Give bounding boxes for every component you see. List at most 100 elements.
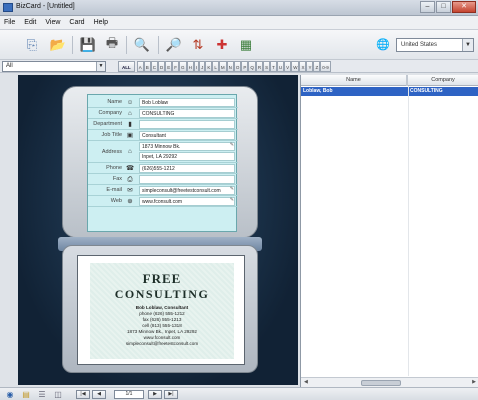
scan-line1: FREE bbox=[142, 271, 182, 286]
alpha-letter-button[interactable]: M bbox=[218, 61, 227, 72]
find-card-icon[interactable]: 🔎 bbox=[164, 36, 184, 54]
address-line2-field[interactable]: Inpet, LA 29292 bbox=[139, 152, 235, 161]
magnifier-icon[interactable]: 🔍 bbox=[132, 36, 152, 54]
card-counter: 1/1 bbox=[114, 390, 144, 399]
close-icon[interactable]: ✕ bbox=[452, 1, 476, 13]
print-icon[interactable]: 🖶 bbox=[102, 35, 122, 54]
edit-pencil-icon[interactable]: ✎ bbox=[230, 197, 234, 203]
field-label: Address bbox=[101, 149, 122, 155]
menu-edit[interactable]: Edit bbox=[24, 19, 36, 26]
address-line1-field[interactable]: 1873 Minnow Bk. bbox=[139, 142, 235, 151]
field-row-email: E-mail ✉ simpleconsult@freetestconsult.c… bbox=[88, 185, 238, 196]
row-company: CONSULTING bbox=[410, 88, 443, 94]
alpha-letter-button[interactable]: W bbox=[291, 61, 300, 72]
app-icon bbox=[3, 3, 13, 12]
email-field[interactable]: simpleconsult@freetestconsult.com bbox=[139, 186, 235, 195]
field-label: Fax bbox=[112, 176, 122, 182]
list-row[interactable]: Loblaw, Bob CONSULTING bbox=[301, 87, 478, 96]
category-select[interactable]: All ▼ bbox=[2, 61, 106, 72]
column-header-name[interactable]: Name ▲ bbox=[301, 75, 408, 94]
field-label: E-mail bbox=[106, 187, 122, 193]
menu-file[interactable]: File bbox=[4, 19, 15, 26]
field-row-department: Department ▮ bbox=[88, 119, 238, 130]
sort-icon[interactable]: ⇅ bbox=[188, 36, 208, 54]
scroll-left-icon[interactable]: ◀ bbox=[304, 379, 308, 385]
card-list: Name ▲ Company Loblaw, Bob CONSULTING ◀ … bbox=[300, 75, 478, 387]
row-name: Loblaw, Bob bbox=[303, 88, 333, 94]
phone-field[interactable]: (626)555-1212 bbox=[139, 164, 235, 173]
alpha-letter-button[interactable]: Z bbox=[313, 61, 321, 72]
save-icon[interactable]: 💾 bbox=[78, 36, 98, 54]
department-icon: ▮ bbox=[128, 121, 132, 128]
alpha-letter-button[interactable]: T bbox=[270, 61, 277, 72]
alpha-letter-button[interactable]: V bbox=[284, 61, 292, 72]
horizontal-scrollbar[interactable]: ◀ ▶ bbox=[301, 377, 478, 387]
alpha-letter-button[interactable]: R bbox=[255, 61, 264, 72]
web-field[interactable]: www.fconsult.com bbox=[139, 197, 235, 206]
scanned-card-image[interactable]: FREE CONSULTING Bob Loblaw, Consultant p… bbox=[77, 255, 245, 365]
maximize-icon[interactable]: □ bbox=[436, 1, 451, 13]
alpha-letter-button[interactable]: Y bbox=[306, 61, 314, 72]
field-row-jobtitle: Job Title ▣ Consultant bbox=[88, 130, 238, 141]
scan-card-icon[interactable]: ⎘ bbox=[22, 36, 42, 54]
alpha-letter-button[interactable]: 0-9 bbox=[320, 61, 331, 72]
fax-field[interactable] bbox=[139, 175, 235, 184]
name-field[interactable]: Bob Loblaw bbox=[139, 98, 235, 107]
prev-card-button[interactable]: ◀ bbox=[92, 390, 106, 399]
alpha-letter-button[interactable]: G bbox=[179, 61, 187, 72]
card-view-icon[interactable]: ◉ bbox=[4, 389, 16, 400]
minimize-icon[interactable]: – bbox=[420, 1, 435, 13]
export-icon[interactable]: ▦ bbox=[236, 36, 256, 54]
edit-pencil-icon[interactable]: ✎ bbox=[230, 186, 234, 192]
field-label: Name bbox=[107, 99, 122, 105]
alpha-letter-button[interactable]: B bbox=[143, 61, 151, 72]
toolbar-separator bbox=[72, 36, 73, 54]
field-row-company: Company ⌂ CONSULTING bbox=[88, 108, 238, 119]
envelope-icon: ✉ bbox=[127, 187, 133, 194]
menu-view[interactable]: View bbox=[45, 19, 60, 26]
title-bar: BizCard - [Untitled] – □ ✕ bbox=[0, 0, 478, 16]
chevron-down-icon[interactable]: ▼ bbox=[96, 62, 105, 71]
menu-bar: File Edit View Card Help bbox=[0, 16, 478, 30]
phone-icon: ☎ bbox=[125, 165, 135, 172]
last-card-button[interactable]: ▶| bbox=[164, 390, 178, 399]
alpha-letter-button[interactable]: C bbox=[150, 61, 159, 72]
alpha-letter-button[interactable]: H bbox=[186, 61, 194, 72]
alpha-letter-button[interactable]: A bbox=[136, 61, 144, 72]
alpha-letter-button[interactable]: K bbox=[205, 61, 213, 72]
edit-pencil-icon[interactable]: ✎ bbox=[230, 142, 234, 148]
country-select[interactable]: United States ▼ bbox=[396, 38, 474, 52]
column-header-company[interactable]: Company bbox=[408, 75, 478, 86]
job-title-field[interactable]: Consultant bbox=[139, 131, 235, 140]
alpha-letter-button[interactable]: N bbox=[226, 61, 234, 72]
alpha-letter-button[interactable]: F bbox=[172, 61, 180, 72]
menu-help[interactable]: Help bbox=[94, 19, 108, 26]
list-view-icon[interactable]: ☰ bbox=[36, 389, 48, 400]
image-view-icon[interactable]: ▤ bbox=[20, 389, 32, 400]
alpha-letter-button[interactable]: Q bbox=[248, 61, 256, 72]
alpha-letter-button[interactable]: E bbox=[165, 61, 173, 72]
scroll-thumb[interactable] bbox=[361, 380, 401, 386]
filter-bar: All ▼ ALL A B C D E F G H I J K L M N O P Q R S T U V W X Y Z 0-9 bbox=[0, 60, 478, 73]
alpha-letter-button[interactable]: O bbox=[233, 61, 242, 72]
department-field[interactable] bbox=[139, 120, 235, 129]
alpha-letter-button[interactable]: X bbox=[299, 61, 307, 72]
sync-icon[interactable]: ✚ bbox=[212, 36, 232, 54]
menu-card[interactable]: Card bbox=[69, 19, 84, 26]
alpha-letter-button[interactable]: D bbox=[158, 61, 166, 72]
scroll-right-icon[interactable]: ▶ bbox=[472, 379, 476, 385]
field-label: Department bbox=[93, 121, 122, 127]
alpha-letter-button[interactable]: S bbox=[263, 61, 271, 72]
open-folder-icon[interactable]: 📂 bbox=[48, 36, 68, 54]
alpha-letter-button[interactable]: P bbox=[241, 61, 249, 72]
chevron-down-icon[interactable]: ▼ bbox=[462, 39, 473, 51]
next-card-button[interactable]: ▶ bbox=[148, 390, 162, 399]
status-bar: ◉ ▤ ☰ ◫ |◀ ◀ 1/1 ▶ ▶| bbox=[0, 387, 478, 400]
company-field[interactable]: CONSULTING bbox=[139, 109, 235, 118]
building-icon: ⌂ bbox=[128, 110, 132, 117]
alpha-all-button[interactable]: ALL bbox=[118, 61, 135, 72]
alpha-letter-button[interactable]: U bbox=[276, 61, 285, 72]
first-card-button[interactable]: |◀ bbox=[76, 390, 90, 399]
scanned-card-content: FREE CONSULTING Bob Loblaw, Consultant p… bbox=[90, 263, 234, 359]
split-view-icon[interactable]: ◫ bbox=[52, 389, 64, 400]
